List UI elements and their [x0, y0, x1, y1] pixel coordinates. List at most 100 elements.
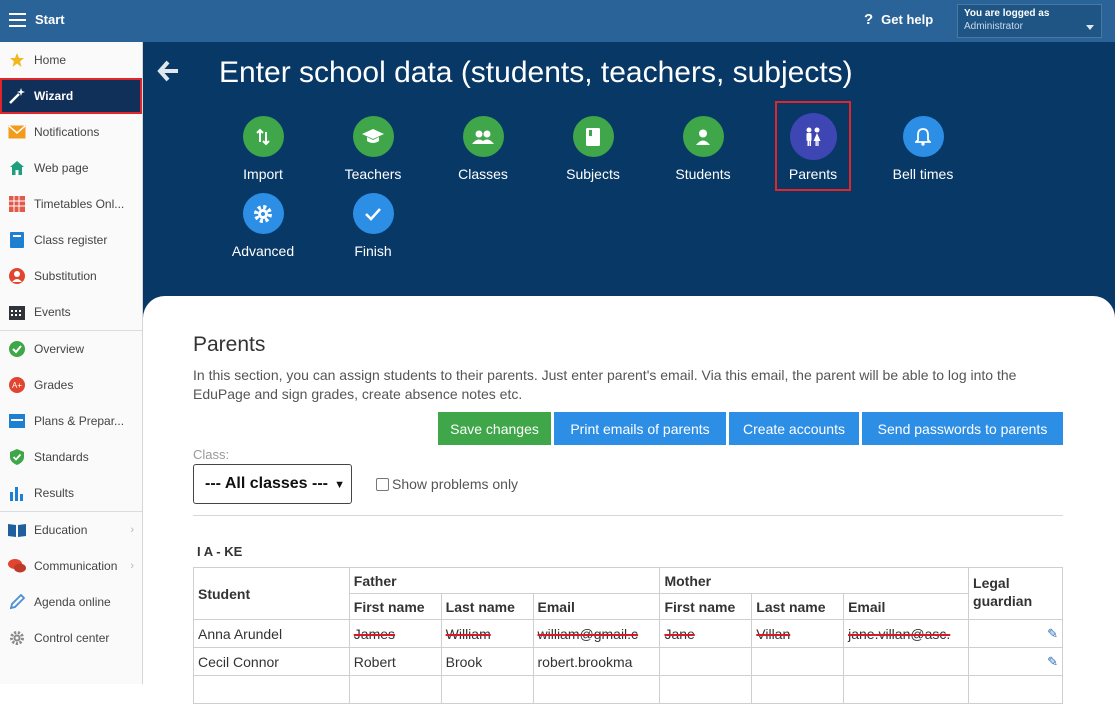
show-problems-label: Show problems only [392, 476, 519, 492]
student-name: Cecil Connor [193, 647, 350, 676]
sidebar-item-substitution[interactable]: Substitution [0, 258, 142, 294]
parents-panel: Parents In this section, you can assign … [143, 296, 1115, 704]
step-import[interactable]: Import [208, 116, 318, 182]
sidebar-item-notifications[interactable]: Notifications [0, 114, 142, 150]
mother-email-value: jane.villan@asc. [848, 625, 951, 642]
parents-table: Student Father Mother Legal guardian Fir… [193, 567, 1063, 704]
class-select-value: --- All classes --- [205, 475, 328, 492]
person-icon [8, 267, 26, 285]
parents-icon [789, 113, 837, 160]
edit-pencil-icon[interactable]: ✎ [968, 647, 1063, 676]
edit-pencil-icon[interactable] [968, 675, 1063, 704]
chat-icon [8, 557, 26, 575]
check-circle-icon [8, 340, 26, 358]
father-first-name[interactable] [348, 675, 442, 704]
create-accounts-button[interactable]: Create accounts [729, 412, 859, 445]
sidebar-item-label: Control center [34, 631, 110, 645]
step-label: Students [675, 166, 731, 182]
father-first-name[interactable]: James [348, 619, 442, 648]
checkbox-box[interactable] [376, 477, 389, 491]
sidebar-item-home[interactable]: Home [0, 42, 142, 78]
sidebar-item-events[interactable]: Events [0, 294, 142, 330]
step-advanced[interactable]: Advanced [208, 193, 318, 259]
father-last-name[interactable]: William [440, 619, 534, 648]
father-email-value: william@gmail.c [537, 625, 639, 642]
step-teachers[interactable]: Teachers [318, 116, 428, 182]
step-finish[interactable]: Finish [318, 193, 428, 259]
sidebar-item-wizard[interactable]: Wizard [0, 78, 142, 114]
mother-last-name[interactable] [751, 647, 845, 676]
sidebar-item-plans[interactable]: Plans & Prepar... [0, 403, 142, 439]
book-icon [8, 231, 26, 249]
step-label: Classes [458, 166, 508, 182]
sidebar-item-web-page[interactable]: Web page [0, 150, 142, 186]
bell-icon [902, 116, 944, 157]
step-bell-times[interactable]: Bell times [868, 116, 978, 182]
step-classes[interactable]: Classes [428, 116, 538, 182]
sidebar-item-class-register[interactable]: Class register [0, 222, 142, 258]
class-heading: I A - KE [197, 544, 243, 559]
help-button[interactable]: ? Get help [864, 11, 933, 28]
father-email[interactable] [532, 675, 661, 704]
father-email[interactable]: robert.brookma [532, 647, 661, 676]
father-email-header: Email [532, 593, 661, 620]
class-label: Class: [193, 447, 230, 462]
shield-icon [8, 448, 26, 466]
mother-email[interactable]: jane.villan@asc. [843, 619, 970, 648]
mother-email[interactable] [843, 647, 970, 676]
mother-first-name[interactable] [659, 647, 753, 676]
sidebar-item-label: Grades [34, 378, 74, 392]
father-last-name[interactable]: Brook [440, 647, 534, 676]
divider [193, 515, 1063, 516]
mother-email-header: Email [843, 593, 970, 620]
back-arrow-icon[interactable] [156, 58, 182, 84]
mother-email[interactable] [843, 675, 970, 704]
step-label: Bell times [892, 166, 954, 182]
sidebar-item-timetables[interactable]: Timetables Onl... [0, 186, 142, 222]
sidebar-item-label: Plans & Prepar... [34, 414, 125, 428]
step-parents[interactable]: Parents [758, 113, 868, 182]
sidebar-item-education[interactable]: Education › [0, 512, 142, 548]
mother-first-name[interactable]: Jane [659, 619, 753, 648]
chevron-right-icon: › [130, 560, 134, 572]
edit-pencil-icon[interactable]: ✎ [968, 619, 1063, 648]
father-last-name[interactable] [440, 675, 534, 704]
sidebar-item-grades[interactable]: A+ Grades [0, 367, 142, 403]
menu-icon[interactable] [9, 13, 26, 27]
calendar-icon [8, 303, 26, 321]
sidebar-item-overview[interactable]: Overview [0, 331, 142, 367]
sidebar-item-communication[interactable]: Communication › [0, 548, 142, 584]
gear-icon [242, 193, 284, 234]
print-emails-button[interactable]: Print emails of parents [554, 412, 726, 445]
page-title: Enter school data (students, teachers, s… [219, 56, 853, 89]
user-menu[interactable]: You are logged as Administrator [957, 4, 1102, 38]
father-first-name[interactable]: Robert [348, 647, 442, 676]
save-changes-button[interactable]: Save changes [438, 412, 551, 445]
class-select[interactable]: --- All classes --- ▼ [193, 464, 352, 504]
mother-first-name-header: First name [659, 593, 753, 620]
mother-last-name[interactable]: Villan [751, 619, 845, 648]
group-icon [462, 116, 504, 157]
sidebar-item-label: Class register [34, 233, 108, 247]
step-students[interactable]: Students [648, 116, 758, 182]
mother-first-name[interactable] [659, 675, 753, 704]
sidebar-item-agenda[interactable]: Agenda online [0, 584, 142, 620]
father-email[interactable]: william@gmail.c [532, 619, 661, 648]
step-subjects[interactable]: Subjects [538, 116, 648, 182]
sidebar-item-label: Standards [34, 450, 89, 464]
envelope-icon [8, 123, 26, 141]
import-arrows-icon [242, 116, 284, 157]
sidebar-item-label: Timetables Onl... [34, 197, 125, 211]
house-icon [8, 159, 26, 177]
mother-last-name-value: Villan [756, 625, 791, 642]
sidebar-item-label: Web page [34, 161, 89, 175]
question-icon: ? [864, 11, 874, 28]
sidebar-item-results[interactable]: Results [0, 475, 142, 511]
sidebar-item-control-center[interactable]: Control center [0, 620, 142, 656]
mother-last-name[interactable] [751, 675, 845, 704]
start-label[interactable]: Start [35, 12, 65, 27]
sidebar-item-label: Home [34, 53, 67, 67]
show-problems-checkbox[interactable]: Show problems only [376, 476, 518, 492]
send-passwords-button[interactable]: Send passwords to parents [862, 412, 1063, 445]
sidebar-item-standards[interactable]: Standards [0, 439, 142, 475]
